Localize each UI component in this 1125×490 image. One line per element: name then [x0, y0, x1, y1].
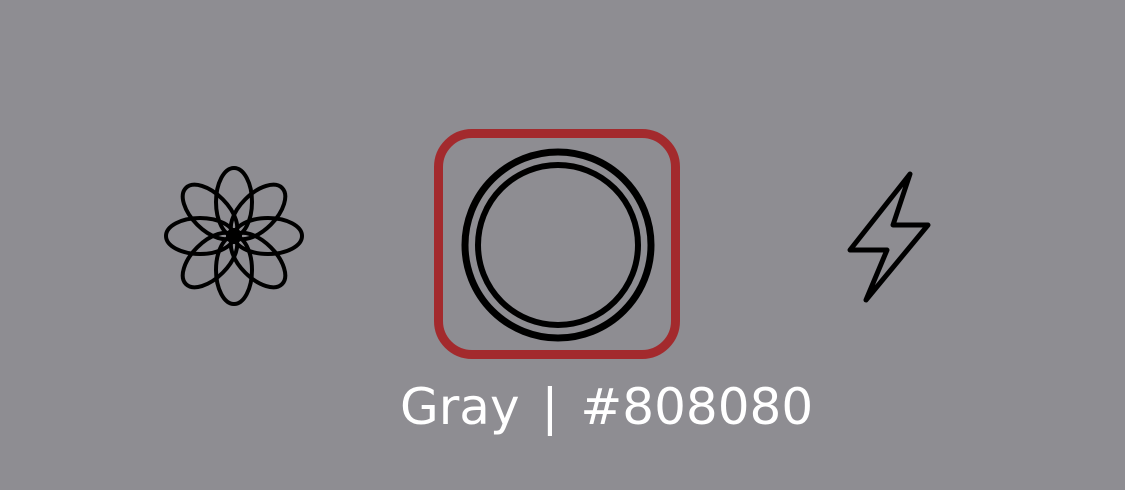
selected-shutter-highlight	[434, 129, 680, 359]
selected-color-name: Gray	[400, 378, 520, 436]
selected-color-hex: #808080	[580, 378, 814, 436]
flash-button[interactable]	[838, 168, 938, 308]
filter-button[interactable]	[158, 160, 310, 312]
shutter-circle-icon	[461, 148, 655, 342]
caption-separator: |	[541, 378, 559, 436]
flower-icon	[164, 166, 304, 306]
lightning-icon	[847, 171, 931, 303]
shutter-button[interactable]	[459, 146, 657, 344]
selected-color-caption: Gray | #808080	[400, 375, 840, 439]
camera-toolbar: Gray | #808080	[0, 0, 1125, 490]
